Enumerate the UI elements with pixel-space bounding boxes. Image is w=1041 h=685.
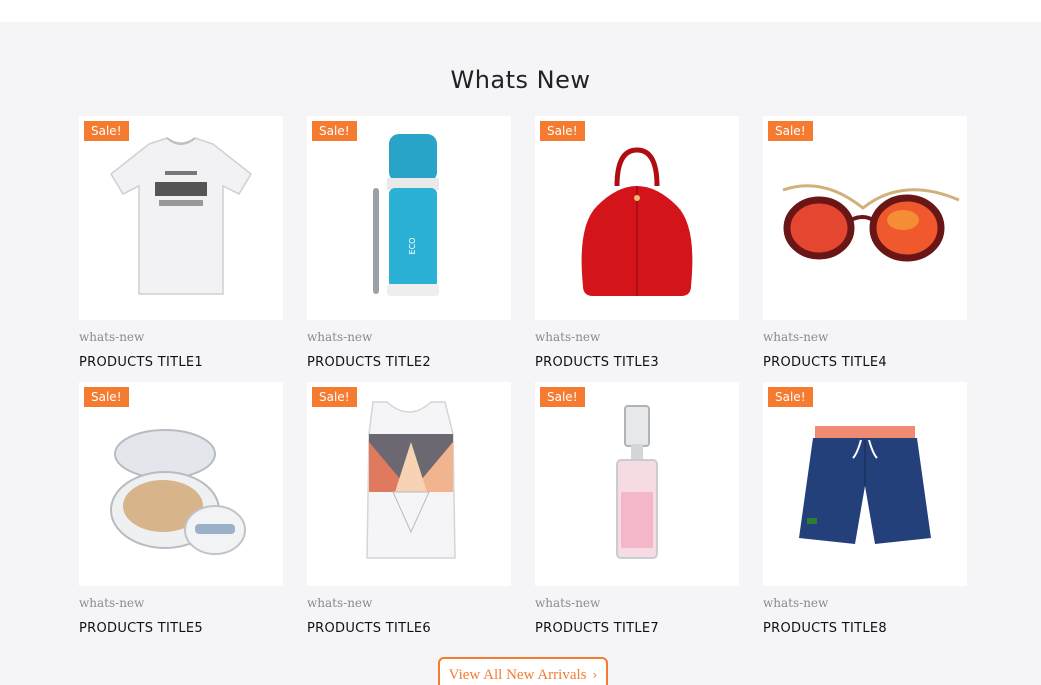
section-title: Whats New bbox=[450, 66, 591, 94]
tshirt-icon bbox=[110, 137, 252, 295]
product-title[interactable]: PRODUCTS TITLE6 bbox=[307, 621, 431, 636]
sale-badge: Sale! bbox=[312, 121, 357, 141]
product-title[interactable]: PRODUCTS TITLE1 bbox=[79, 355, 203, 370]
product-title[interactable]: PRODUCTS TITLE5 bbox=[79, 621, 203, 636]
sale-badge: Sale! bbox=[540, 387, 585, 407]
sale-badge: Sale! bbox=[312, 387, 357, 407]
product-card[interactable]: Sale! whats-new PRODUCTS TITLE3 bbox=[535, 116, 739, 382]
product-category[interactable]: whats-new bbox=[79, 330, 144, 344]
product-card[interactable]: Sale! whats-new PRODUCTS TITLE7 bbox=[535, 382, 739, 648]
product-image[interactable]: Sale! bbox=[79, 116, 283, 320]
view-all-new-arrivals-button[interactable]: View All New Arrivals › bbox=[438, 657, 608, 685]
svg-text:ECO: ECO bbox=[408, 238, 417, 255]
product-category[interactable]: whats-new bbox=[763, 596, 828, 610]
sale-badge: Sale! bbox=[768, 121, 813, 141]
product-card[interactable]: Sale! ECO whats-new PRODUCTS TITLE2 bbox=[307, 116, 511, 382]
product-category[interactable]: whats-new bbox=[535, 596, 600, 610]
product-title[interactable]: PRODUCTS TITLE4 bbox=[763, 355, 887, 370]
product-image[interactable]: Sale! bbox=[763, 382, 967, 586]
chevron-right-icon: › bbox=[592, 668, 598, 682]
perfume-bottle-icon bbox=[616, 405, 658, 559]
product-card[interactable]: Sale! whats-new PRODUCTS TITLE6 bbox=[307, 382, 511, 648]
product-image[interactable]: Sale! bbox=[307, 382, 511, 586]
cushion-compact-icon bbox=[110, 429, 246, 555]
product-card[interactable]: Sale! whats-new PRODUCTS TITLE8 bbox=[763, 382, 967, 648]
swim-shorts-icon bbox=[799, 426, 931, 544]
product-title[interactable]: PRODUCTS TITLE8 bbox=[763, 621, 887, 636]
product-title[interactable]: PRODUCTS TITLE7 bbox=[535, 621, 659, 636]
view-all-label: View All New Arrivals bbox=[448, 667, 587, 683]
sale-badge: Sale! bbox=[84, 387, 129, 407]
product-image[interactable]: Sale! bbox=[535, 116, 739, 320]
product-category[interactable]: whats-new bbox=[307, 596, 372, 610]
product-image[interactable]: Sale! bbox=[535, 382, 739, 586]
product-category[interactable]: whats-new bbox=[763, 330, 828, 344]
handbag-icon bbox=[581, 147, 693, 296]
product-image[interactable]: Sale! bbox=[763, 116, 967, 320]
product-category[interactable]: whats-new bbox=[535, 330, 600, 344]
product-image[interactable]: Sale! ECO bbox=[307, 116, 511, 320]
sunglasses-icon bbox=[782, 184, 960, 262]
product-title[interactable]: PRODUCTS TITLE2 bbox=[307, 355, 431, 370]
sale-badge: Sale! bbox=[768, 387, 813, 407]
product-category[interactable]: whats-new bbox=[79, 596, 144, 610]
product-image[interactable]: Sale! bbox=[79, 382, 283, 586]
product-card[interactable]: Sale! whats-new PRODUCTS TITLE5 bbox=[79, 382, 283, 648]
sale-badge: Sale! bbox=[84, 121, 129, 141]
product-card[interactable]: Sale! whats-new PRODUCTS TITLE1 bbox=[79, 116, 283, 382]
product-card[interactable]: Sale! whats-new PRODUCTS TITLE4 bbox=[763, 116, 967, 382]
product-category[interactable]: whats-new bbox=[307, 330, 372, 344]
thermos-bottle-icon: ECO bbox=[373, 134, 439, 296]
top-header-strip bbox=[0, 0, 1041, 22]
product-title[interactable]: PRODUCTS TITLE3 bbox=[535, 355, 659, 370]
sale-badge: Sale! bbox=[540, 121, 585, 141]
tank-top-icon bbox=[366, 401, 456, 559]
product-grid: Sale! whats-new PRODUCTS TITLE1 Sale! EC… bbox=[79, 116, 967, 648]
